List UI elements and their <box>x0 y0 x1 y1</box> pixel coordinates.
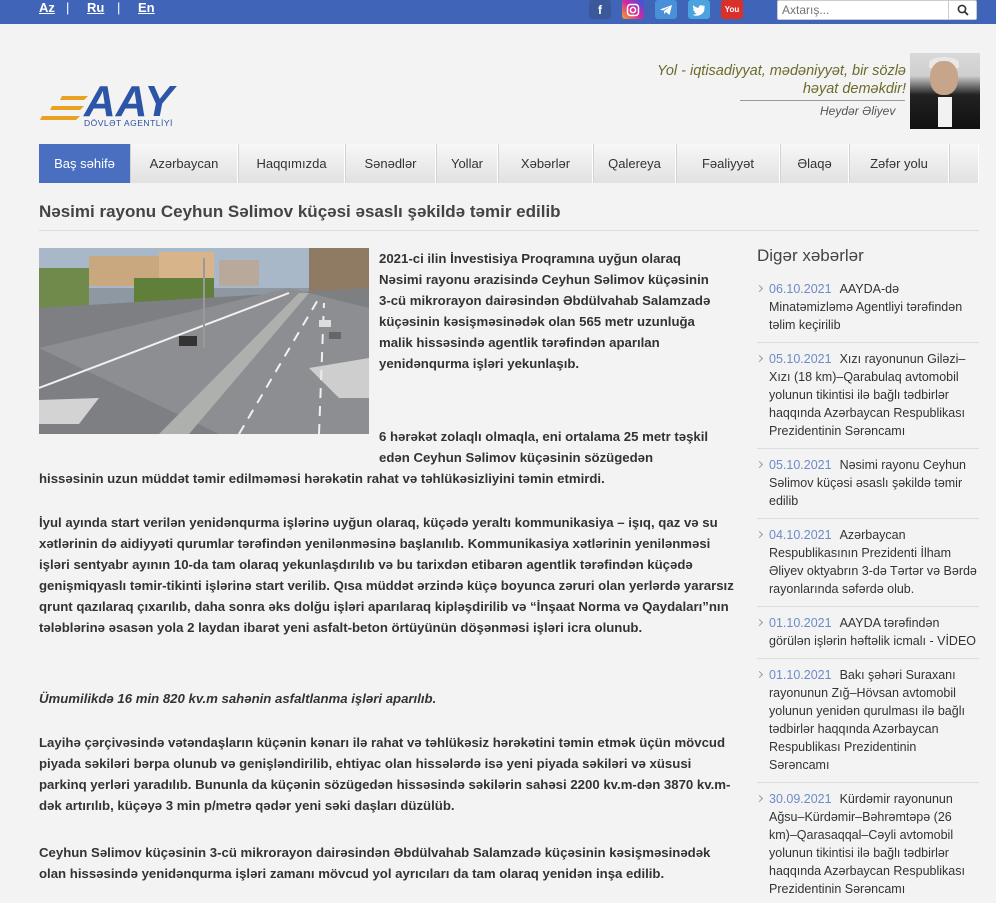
news-item[interactable]: 06.10.2021 AAYDA-də Minatəmizləmə Agentli… <box>757 280 979 343</box>
telegram-icon[interactable] <box>655 0 677 19</box>
nav-item-activity[interactable]: Fəaliyyət <box>676 144 780 183</box>
top-bar: Az | Ru | En f You <box>0 0 996 24</box>
twitter-icon[interactable] <box>688 0 710 19</box>
nav-item-contact[interactable]: Əlaqə <box>780 144 849 183</box>
news-date: 01.10.2021 <box>769 616 832 630</box>
nav-item-gallery[interactable]: Qalereya <box>593 144 676 183</box>
portrait-image <box>910 53 980 129</box>
nav-item-home[interactable]: Baş səhifə <box>39 144 130 183</box>
nav-item-victory-road[interactable]: Zəfər yolu <box>849 144 949 183</box>
news-date: 05.10.2021 <box>769 352 832 366</box>
lang-separator: | <box>66 0 70 15</box>
news-list: 06.10.2021 AAYDA-də Minatəmizləmə Agentli… <box>757 280 979 903</box>
article-image <box>39 248 369 434</box>
title-divider <box>39 230 979 231</box>
news-date: 06.10.2021 <box>769 282 832 296</box>
search-input[interactable] <box>782 1 947 19</box>
news-item[interactable]: 01.10.2021 AAYDA tərəfindən görülən işlər… <box>757 614 979 659</box>
header-quote: Yol - iqtisadiyyat, mədəniyyət, bir sözl… <box>657 62 906 98</box>
article-paragraph: İyul ayında start verilən yenidənqurma i… <box>39 515 734 635</box>
nav-item-azerbaijan[interactable]: Azərbaycan <box>130 144 238 183</box>
nav-item-documents[interactable]: Sənədlər <box>345 144 436 183</box>
main-nav: Baş səhifə Azərbaycan Haqqımızda Sənədlə… <box>39 144 979 183</box>
article-paragraph: hissəsinin uzun müddət təmir edilməməsi … <box>39 471 605 486</box>
page-title: Nəsimi rayonu Ceyhun Səlimov küçəsi əsas… <box>39 202 561 221</box>
news-title[interactable]: Kürdəmir rayonunun Ağsu–Kürdəmir–Bəhrəmt… <box>769 792 965 896</box>
quote-line-2: həyat deməkdir! <box>802 81 906 97</box>
news-item[interactable]: 30.09.2021 Kürdəmir rayonunun Ağsu–Kürdəm… <box>757 790 979 903</box>
news-item[interactable]: 01.10.2021 Bakı şəhəri Suraxanı rayonunun… <box>757 666 979 783</box>
search-icon[interactable] <box>948 1 976 19</box>
news-date: 01.10.2021 <box>769 668 832 682</box>
logo-stripes-icon <box>40 96 88 120</box>
nav-item-roads[interactable]: Yollar <box>436 144 498 183</box>
news-title[interactable]: Bakı şəhəri Suraxanı rayonunun Zığ–Hövsa… <box>769 668 965 772</box>
lang-ru-link[interactable]: Ru <box>87 0 104 18</box>
article-paragraph: 2021-ci ilin İnvestisiya Proqramına uyğu… <box>379 251 711 371</box>
lang-az-link[interactable]: Az <box>39 0 55 18</box>
nav-item-news[interactable]: Xəbərlər <box>498 144 593 183</box>
article-paragraph: Ceyhun Səlimov küçəsinin 3-cü mikrorayon… <box>39 845 711 881</box>
nav-item-about[interactable]: Haqqımızda <box>238 144 345 183</box>
other-news-sidebar: Digər xəbərlər 06.10.2021 AAYDA-də Minatə… <box>757 246 979 903</box>
logo-subtitle: DÖVLƏT AGENTLİYİ <box>84 118 173 128</box>
news-date: 30.09.2021 <box>769 792 832 806</box>
news-date: 05.10.2021 <box>769 458 832 472</box>
quote-line-1: Yol - iqtisadiyyat, mədəniyyət, bir sözl… <box>656 63 906 79</box>
news-item[interactable]: 05.10.2021 Xızı rayonunun Giləzi–Xızı (18… <box>757 350 979 449</box>
article-paragraph: Layihə çərçivəsində vətəndaşların küçəni… <box>39 735 731 813</box>
article-paragraph: 6 hərəkət zolaqlı olmaqla, eni ortalama … <box>379 429 709 465</box>
search-box <box>777 0 977 20</box>
lang-en-link[interactable]: En <box>138 0 155 18</box>
lang-separator: | <box>117 0 121 15</box>
nav-spacer <box>949 144 979 183</box>
youtube-icon[interactable]: You <box>721 0 743 19</box>
article-paragraph-italic: Ümumilikdə 16 min 820 kv.m sahənin asfal… <box>39 691 437 706</box>
news-item[interactable]: 04.10.2021 Azərbaycan Respublikasının Pre… <box>757 526 979 607</box>
instagram-icon[interactable] <box>622 0 644 19</box>
news-item[interactable]: 05.10.2021 Nəsimi rayonu Ceyhun Səlimov k… <box>757 456 979 519</box>
quote-divider <box>740 100 905 101</box>
news-date: 04.10.2021 <box>769 528 832 542</box>
sidebar-title: Digər xəbərlər <box>757 246 864 265</box>
quote-author: Heydər Əliyev <box>820 104 896 118</box>
facebook-icon[interactable]: f <box>589 0 611 19</box>
